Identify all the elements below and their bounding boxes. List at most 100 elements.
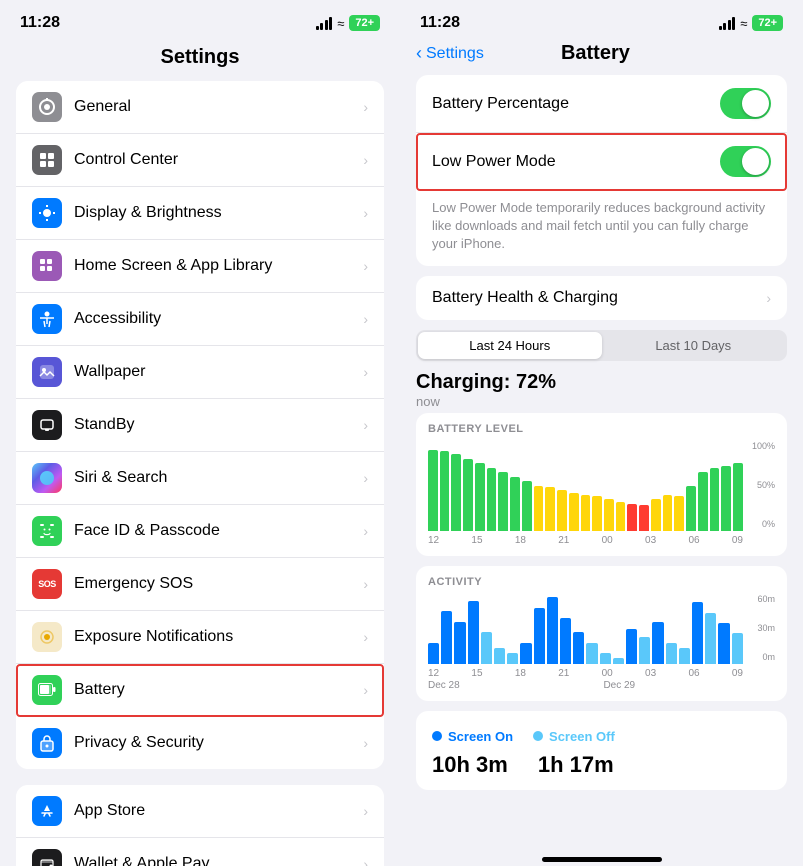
screen-off-time: 1h 17m (538, 752, 614, 778)
sidebar-item-standby[interactable]: StandBy › (16, 399, 384, 452)
battery-bar (686, 486, 696, 531)
act-x-21: 21 (558, 668, 569, 679)
act-bar (481, 632, 492, 664)
sidebar-item-wallet[interactable]: Wallet & Apple Pay › (16, 838, 384, 866)
right-signal-icon (719, 17, 736, 30)
sidebar-item-exposure[interactable]: Exposure Notifications › (16, 611, 384, 664)
right-content: Battery Percentage Low Power Mode Low Po… (400, 75, 803, 851)
act-bar (494, 648, 505, 663)
battery-bar (674, 496, 684, 530)
siri-icon (32, 463, 62, 493)
sidebar-item-privacy[interactable]: Privacy & Security › (16, 717, 384, 769)
screen-on-dot (432, 731, 442, 741)
sidebar-item-control-center[interactable]: Control Center › (16, 134, 384, 187)
sidebar-item-siri[interactable]: Siri & Search › (16, 452, 384, 505)
back-button[interactable]: ‹ Settings (416, 43, 484, 64)
act-bar (560, 618, 571, 664)
sidebar-item-display[interactable]: Display & Brightness › (16, 187, 384, 240)
battery-bar (581, 495, 591, 531)
tab-last-10-days[interactable]: Last 10 Days (602, 332, 786, 359)
wallpaper-label: Wallpaper (74, 363, 363, 381)
activity-chart-title: ACTIVITY (428, 576, 775, 588)
act-bar (639, 637, 650, 664)
battery-bar (510, 477, 520, 531)
battery-percentage-toggle[interactable] (720, 88, 771, 119)
accessibility-chevron: › (363, 311, 368, 327)
act-bar (520, 643, 531, 664)
act-bar (679, 648, 690, 663)
low-power-mode-row[interactable]: Low Power Mode (416, 133, 787, 191)
appstore-label: App Store (74, 802, 363, 820)
exposure-icon (32, 622, 62, 652)
battery-x-12: 12 (428, 535, 439, 546)
act-x-00: 00 (602, 668, 613, 679)
act-bar (613, 658, 624, 664)
battery-x-06: 06 (688, 535, 699, 546)
activity-chart: ACTIVITY (416, 566, 787, 701)
appstore-chevron: › (363, 803, 368, 819)
battery-x-03: 03 (645, 535, 656, 546)
battery-bar (487, 468, 497, 531)
act-bar (586, 643, 597, 664)
low-power-mode-toggle[interactable] (720, 146, 771, 177)
sidebar-item-appstore[interactable]: App Store › (16, 785, 384, 838)
display-chevron: › (363, 205, 368, 221)
battery-settings-card: Battery Percentage Low Power Mode Low Po… (416, 75, 787, 266)
battery-bar (592, 496, 602, 530)
settings-group-main: General › Control Center › Display & Bri… (0, 81, 400, 769)
sidebar-item-homescreen[interactable]: Home Screen & App Library › (16, 240, 384, 293)
control-center-icon (32, 145, 62, 175)
wallet-icon (32, 849, 62, 866)
right-status-icons: ≈ 72+ (719, 15, 783, 31)
siri-chevron: › (363, 470, 368, 486)
screen-off-dot (533, 731, 543, 741)
battery-bar (451, 454, 461, 531)
homescreen-chevron: › (363, 258, 368, 274)
battery-health-row[interactable]: Battery Health & Charging › (416, 276, 787, 320)
faceid-icon (32, 516, 62, 546)
act-bar (600, 653, 611, 664)
battery-level-chart: BATTERY LEVEL (416, 413, 787, 556)
sidebar-item-faceid[interactable]: Face ID & Passcode › (16, 505, 384, 558)
right-nav: ‹ Settings Battery (400, 38, 803, 75)
act-y-60: 60m (757, 594, 775, 604)
act-bar (652, 622, 663, 664)
battery-percentage-row[interactable]: Battery Percentage (416, 75, 787, 133)
battery-bar (721, 466, 731, 531)
act-bar (428, 643, 439, 664)
act-bar (547, 597, 558, 664)
screen-on-time: 10h 3m (432, 752, 508, 778)
screen-off-label: Screen Off (549, 729, 615, 744)
act-y-30: 30m (757, 623, 775, 633)
battery-percentage-toggle-knob (742, 90, 769, 117)
tab-last-24-hours[interactable]: Last 24 Hours (418, 332, 602, 359)
right-panel: 11:28 ≈ 72+ ‹ Settings Battery Battery P… (400, 0, 803, 866)
battery-bar (604, 499, 614, 531)
sidebar-item-battery[interactable]: Battery › (16, 664, 384, 717)
control-center-chevron: › (363, 152, 368, 168)
accessibility-label: Accessibility (74, 310, 363, 328)
homescreen-icon (32, 251, 62, 281)
act-bar (732, 633, 743, 664)
time-tabs: Last 24 Hours Last 10 Days (416, 330, 787, 361)
sidebar-item-sos[interactable]: SOS Emergency SOS › (16, 558, 384, 611)
left-battery-icon: 72+ (349, 15, 380, 31)
battery-icon (32, 675, 62, 705)
left-status-time: 11:28 (20, 14, 60, 32)
act-bar (534, 608, 545, 664)
battery-bar (698, 472, 708, 531)
act-bar (692, 602, 703, 664)
right-home-indicator (542, 857, 662, 862)
sidebar-item-general[interactable]: General › (16, 81, 384, 134)
sidebar-item-accessibility[interactable]: Accessibility › (16, 293, 384, 346)
wallpaper-chevron: › (363, 364, 368, 380)
sidebar-item-wallpaper[interactable]: Wallpaper › (16, 346, 384, 399)
battery-bar (440, 451, 450, 530)
siri-label: Siri & Search (74, 469, 363, 487)
act-bar (666, 643, 677, 664)
battery-bar (522, 481, 532, 531)
act-x-18: 18 (515, 668, 526, 679)
general-icon (32, 92, 62, 122)
battery-bar (545, 487, 555, 530)
act-x-06: 06 (688, 668, 699, 679)
